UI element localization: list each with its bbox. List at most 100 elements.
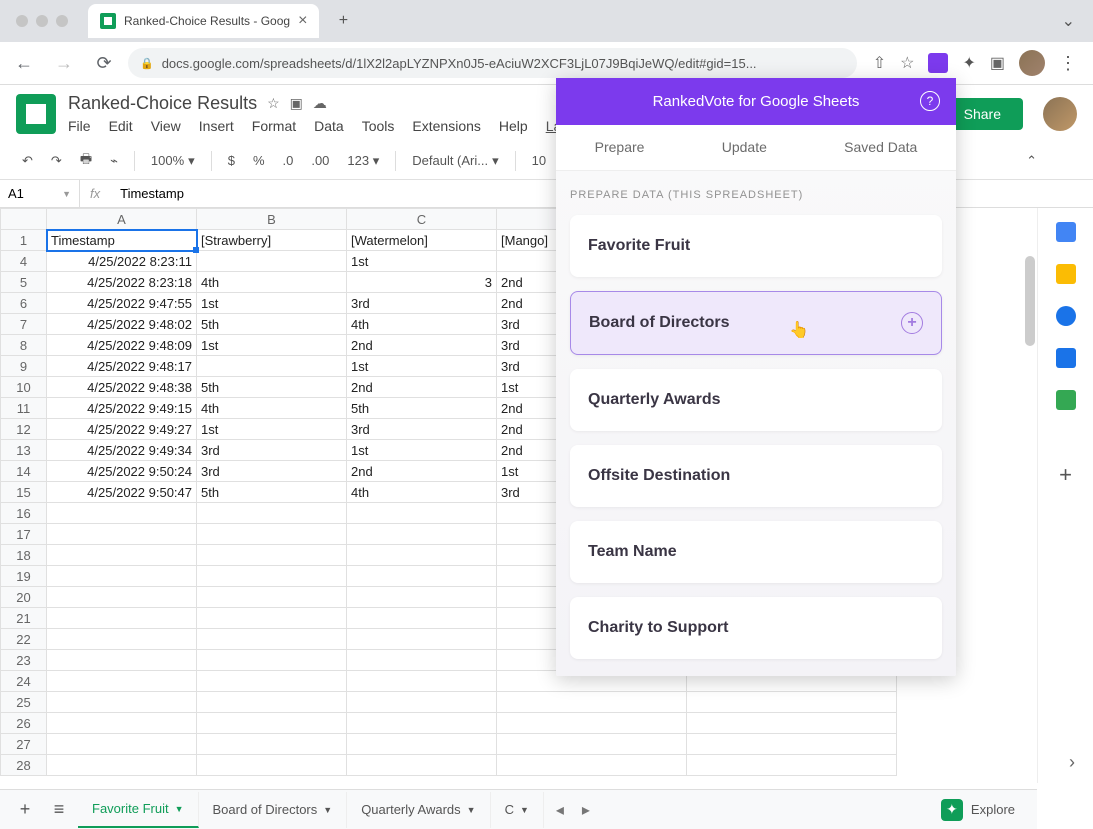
- addon-tab-saved[interactable]: Saved Data: [844, 139, 917, 155]
- cell[interactable]: [47, 545, 197, 566]
- cell[interactable]: [497, 713, 687, 734]
- maps-icon[interactable]: [1056, 390, 1076, 410]
- back-button[interactable]: ←: [8, 47, 40, 79]
- cell[interactable]: [347, 524, 497, 545]
- row-header[interactable]: 20: [1, 587, 47, 608]
- account-avatar-icon[interactable]: [1043, 97, 1077, 131]
- cell[interactable]: 5th: [197, 377, 347, 398]
- plus-circle-icon[interactable]: +: [901, 312, 923, 334]
- cell[interactable]: [Strawberry]: [197, 230, 347, 251]
- row-header[interactable]: 26: [1, 713, 47, 734]
- cell[interactable]: 4/25/2022 9:48:38: [47, 377, 197, 398]
- cell[interactable]: 3: [347, 272, 497, 293]
- row-header[interactable]: 21: [1, 608, 47, 629]
- cell[interactable]: 1st: [197, 293, 347, 314]
- sheet-tab[interactable]: Quarterly Awards ▼: [347, 792, 490, 828]
- cell[interactable]: 4th: [347, 482, 497, 503]
- row-header[interactable]: 4: [1, 251, 47, 272]
- row-header[interactable]: 12: [1, 419, 47, 440]
- cell[interactable]: [347, 734, 497, 755]
- cell[interactable]: 4/25/2022 9:49:15: [47, 398, 197, 419]
- cell[interactable]: 4/25/2022 8:23:18: [47, 272, 197, 293]
- row-header[interactable]: 22: [1, 629, 47, 650]
- increase-decimal-button[interactable]: .00: [305, 149, 335, 172]
- cell[interactable]: [197, 251, 347, 272]
- row-header[interactable]: 16: [1, 503, 47, 524]
- cell[interactable]: [197, 713, 347, 734]
- cell[interactable]: [687, 755, 897, 776]
- tasks-icon[interactable]: [1056, 306, 1076, 326]
- cell[interactable]: [197, 734, 347, 755]
- add-sheet-button[interactable]: +: [10, 795, 40, 825]
- cell[interactable]: 2nd: [347, 335, 497, 356]
- cell[interactable]: [497, 755, 687, 776]
- extensions-icon[interactable]: ✦: [962, 53, 975, 73]
- maximize-window-icon[interactable]: [56, 15, 68, 27]
- row-header[interactable]: 25: [1, 692, 47, 713]
- cell[interactable]: 2nd: [347, 461, 497, 482]
- col-header[interactable]: B: [197, 209, 347, 230]
- font-select[interactable]: Default (Ari... ▾: [406, 149, 504, 173]
- cell[interactable]: [497, 692, 687, 713]
- tab-scroll-right-icon[interactable]: ▸: [582, 800, 590, 820]
- currency-button[interactable]: $: [222, 149, 241, 172]
- addon-card[interactable]: Board of Directors+👆: [570, 291, 942, 355]
- row-header[interactable]: 6: [1, 293, 47, 314]
- cell[interactable]: 2nd: [347, 377, 497, 398]
- cell[interactable]: 3rd: [347, 419, 497, 440]
- row-header[interactable]: 7: [1, 314, 47, 335]
- undo-button[interactable]: ↶: [16, 149, 39, 173]
- cell[interactable]: 1st: [197, 419, 347, 440]
- profile-avatar-icon[interactable]: [1019, 50, 1045, 76]
- menu-file[interactable]: File: [68, 118, 91, 134]
- cell[interactable]: Timestamp: [47, 230, 197, 251]
- cell[interactable]: [197, 356, 347, 377]
- print-button[interactable]: 🖶: [74, 146, 98, 176]
- menu-insert[interactable]: Insert: [199, 118, 234, 134]
- cell[interactable]: [687, 734, 897, 755]
- addon-card[interactable]: Charity to Support: [570, 597, 942, 659]
- help-icon[interactable]: ?: [920, 91, 940, 111]
- cell[interactable]: 4th: [347, 314, 497, 335]
- addon-card[interactable]: Team Name: [570, 521, 942, 583]
- hide-side-panel-icon[interactable]: ›: [1069, 752, 1075, 773]
- cell[interactable]: [Watermelon]: [347, 230, 497, 251]
- reload-button[interactable]: ⟳: [88, 47, 120, 79]
- browser-tab[interactable]: Ranked-Choice Results - Goog ×: [88, 4, 319, 38]
- cell[interactable]: [347, 671, 497, 692]
- cell[interactable]: [47, 608, 197, 629]
- cell[interactable]: [347, 713, 497, 734]
- cell[interactable]: 4/25/2022 9:49:27: [47, 419, 197, 440]
- cell[interactable]: [197, 755, 347, 776]
- cell[interactable]: 4th: [197, 272, 347, 293]
- row-header[interactable]: 27: [1, 734, 47, 755]
- sheets-logo-icon[interactable]: [16, 94, 56, 134]
- addon-tab-update[interactable]: Update: [722, 139, 767, 155]
- paint-format-button[interactable]: ⌁: [104, 149, 124, 173]
- percent-button[interactable]: %: [247, 149, 271, 172]
- chrome-menu-icon[interactable]: ⋮: [1059, 53, 1077, 74]
- cell[interactable]: 1st: [197, 335, 347, 356]
- cell[interactable]: [47, 713, 197, 734]
- cell[interactable]: [197, 608, 347, 629]
- row-header[interactable]: 19: [1, 566, 47, 587]
- cell[interactable]: [687, 692, 897, 713]
- name-box[interactable]: A1▼: [0, 180, 80, 207]
- cell[interactable]: [197, 587, 347, 608]
- row-header[interactable]: 15: [1, 482, 47, 503]
- cell[interactable]: [197, 671, 347, 692]
- row-header[interactable]: 10: [1, 377, 47, 398]
- menu-help[interactable]: Help: [499, 118, 528, 134]
- contacts-icon[interactable]: [1056, 348, 1076, 368]
- cell[interactable]: [197, 524, 347, 545]
- new-tab-button[interactable]: +: [329, 7, 357, 35]
- cell[interactable]: 1st: [347, 356, 497, 377]
- formula-input[interactable]: Timestamp: [110, 186, 194, 201]
- addon-card[interactable]: Offsite Destination: [570, 445, 942, 507]
- col-header[interactable]: C: [347, 209, 497, 230]
- menu-format[interactable]: Format: [252, 118, 296, 134]
- addon-tab-prepare[interactable]: Prepare: [595, 139, 645, 155]
- cell[interactable]: 4/25/2022 8:23:11: [47, 251, 197, 272]
- menu-data[interactable]: Data: [314, 118, 344, 134]
- cell[interactable]: 5th: [197, 482, 347, 503]
